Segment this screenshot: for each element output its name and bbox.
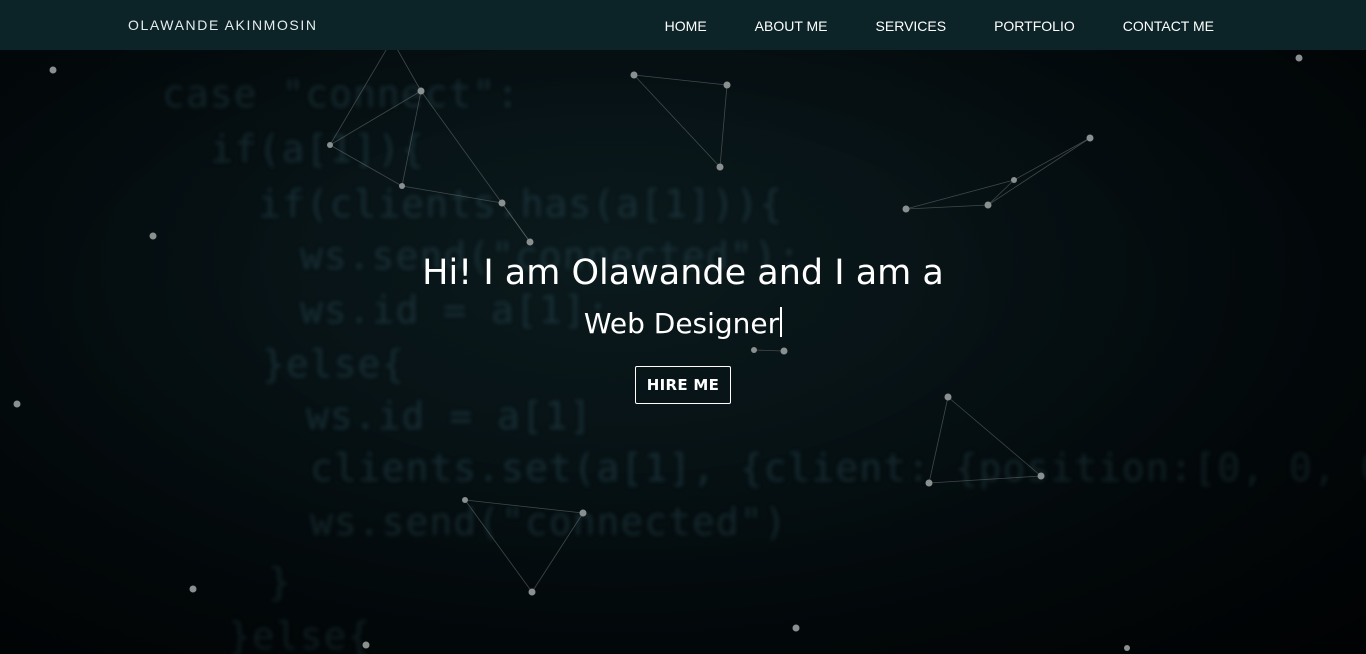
code-line: ws.send("connected") bbox=[310, 500, 788, 544]
code-line: } bbox=[268, 560, 292, 604]
nav-link-services[interactable]: SERVICES bbox=[876, 12, 947, 34]
code-line: case "connect": bbox=[162, 72, 521, 116]
typed-role-line: Web Designer bbox=[0, 304, 1366, 344]
hero-section: case "connect": if(a[1]){ if(clients.has… bbox=[0, 0, 1366, 654]
typed-role: Web Designer bbox=[583, 307, 780, 340]
navbar: OLAWANDE AKINMOSIN HOME ABOUT ME SERVICE… bbox=[0, 0, 1366, 50]
nav-links: HOME ABOUT ME SERVICES PORTFOLIO CONTACT… bbox=[665, 0, 1214, 50]
nav-item-home: HOME bbox=[665, 16, 707, 35]
hero-content: Hi! I am Olawande and I am a Web Designe… bbox=[0, 250, 1366, 404]
nav-item-services: SERVICES bbox=[876, 16, 947, 35]
hero-headline: Hi! I am Olawande and I am a bbox=[422, 253, 944, 293]
typing-cursor bbox=[780, 307, 783, 337]
nav-link-contact[interactable]: CONTACT ME bbox=[1123, 12, 1214, 34]
nav-item-contact: CONTACT ME bbox=[1123, 16, 1214, 35]
nav-item-portfolio: PORTFOLIO bbox=[994, 16, 1075, 35]
nav-item-about: ABOUT ME bbox=[755, 16, 828, 35]
nav-link-portfolio[interactable]: PORTFOLIO bbox=[994, 12, 1075, 34]
code-line: if(clients.has(a[1])){ bbox=[258, 182, 784, 226]
nav-link-home[interactable]: HOME bbox=[665, 12, 707, 34]
code-line: }else{ bbox=[228, 614, 372, 654]
code-line: if(a[1]){ bbox=[210, 127, 425, 171]
nav-link-about[interactable]: ABOUT ME bbox=[755, 12, 828, 34]
brand-logo[interactable]: OLAWANDE AKINMOSIN bbox=[128, 17, 318, 33]
code-line: clients.set(a[1], {client: {position:[0,… bbox=[310, 446, 1366, 490]
hire-me-button[interactable]: HIRE ME bbox=[634, 366, 732, 404]
